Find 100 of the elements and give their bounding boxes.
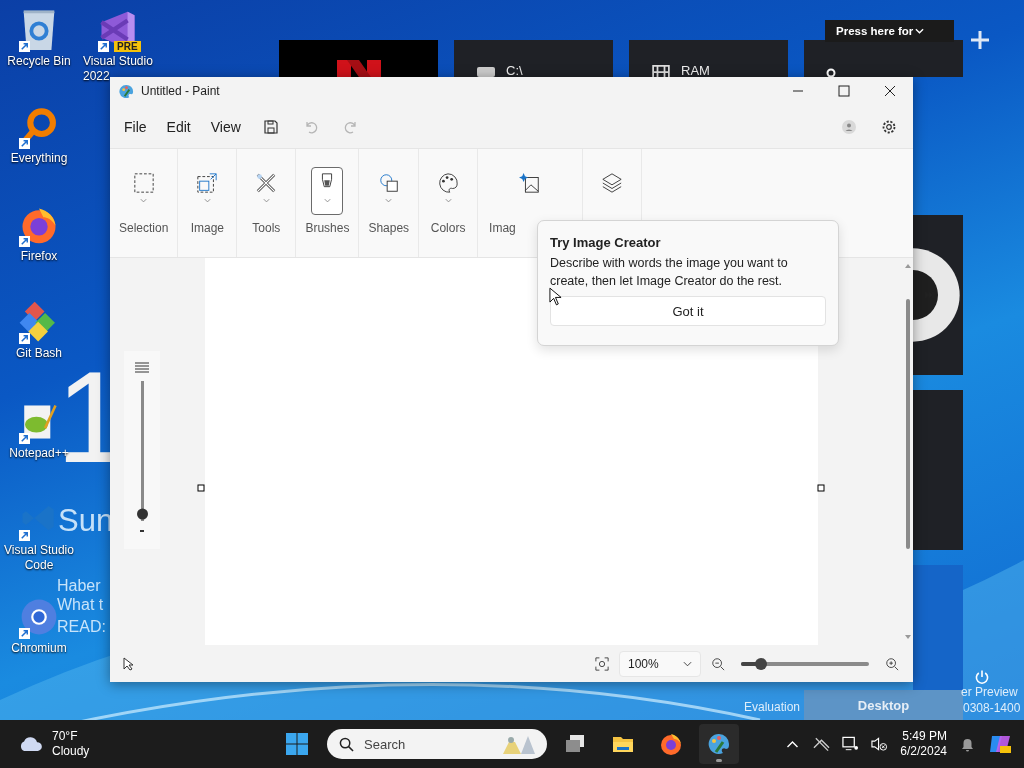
app-tile[interactable] bbox=[804, 40, 963, 77]
start-button[interactable] bbox=[285, 732, 309, 756]
group-label: Imag bbox=[489, 221, 516, 235]
date-text: 6/2/2024 bbox=[900, 744, 947, 759]
wallpaper-text: What t bbox=[57, 597, 104, 613]
app-tile[interactable]: RAM bbox=[629, 40, 788, 77]
firefox-icon bbox=[659, 732, 683, 756]
build-text: er Preview bbox=[961, 685, 1018, 699]
watermark-text: Evaluation bbox=[744, 700, 801, 714]
paint-app-icon bbox=[707, 732, 731, 756]
group-label: Selection bbox=[119, 221, 169, 235]
chevron-icon bbox=[384, 198, 394, 204]
wallpaper-text: Haber bbox=[57, 578, 101, 594]
got-it-button[interactable]: Got it bbox=[550, 296, 826, 326]
popup-text: Describe with words the image you want to create, then let Image Creator do the rest. bbox=[550, 255, 789, 290]
caret-icon bbox=[915, 28, 925, 34]
chevron-icon bbox=[139, 198, 149, 204]
power-icon[interactable] bbox=[974, 669, 990, 685]
group-label: Shapes bbox=[368, 221, 410, 235]
fit-to-window-icon[interactable] bbox=[595, 656, 609, 671]
caret-icon bbox=[683, 660, 692, 667]
selection-icon bbox=[132, 172, 155, 194]
shortcut-label: Everything bbox=[10, 151, 68, 166]
zoom-dropdown[interactable]: 100% bbox=[619, 650, 701, 677]
group-label: Tools bbox=[252, 221, 281, 235]
menu-item[interactable]: View bbox=[202, 114, 249, 139]
resize-handle[interactable] bbox=[197, 484, 205, 492]
shortcut-icon bbox=[98, 41, 109, 52]
cloud-icon bbox=[18, 735, 44, 753]
tooltip-text: Press here for bbox=[836, 25, 914, 37]
preview-badge: PRE bbox=[114, 41, 141, 52]
menu-item[interactable]: Edit bbox=[158, 114, 199, 139]
shortcut-icon bbox=[19, 41, 30, 52]
app-tile[interactable] bbox=[913, 565, 963, 690]
group-label: Brushes bbox=[305, 221, 350, 235]
shortcut-icon bbox=[19, 236, 30, 247]
mouse-cursor-icon bbox=[549, 287, 562, 306]
image-icon bbox=[196, 172, 219, 194]
clock[interactable]: 5:49 PM 6/2/2024 bbox=[900, 729, 947, 759]
search-input[interactable]: Search bbox=[362, 735, 491, 753]
app-tile[interactable] bbox=[279, 40, 438, 77]
account-icon[interactable] bbox=[841, 118, 857, 135]
scroll-up-icon[interactable] bbox=[904, 262, 912, 270]
chevron-icon bbox=[443, 198, 453, 204]
network-off-icon[interactable] bbox=[813, 736, 831, 752]
time-text: 5:49 PM bbox=[902, 729, 947, 744]
shortcut-icon bbox=[19, 628, 30, 639]
app-tile[interactable] bbox=[913, 390, 963, 550]
layers-icon bbox=[601, 172, 624, 194]
shortcut-icon bbox=[19, 138, 30, 149]
add-icon[interactable] bbox=[970, 30, 990, 50]
shortcut-label: Recycle Bin bbox=[7, 54, 71, 69]
shortcut-label: Git Bash bbox=[16, 346, 62, 361]
shortcut-label: Visual Studio 2022 bbox=[83, 54, 154, 84]
wallpaper-text: Sun bbox=[58, 505, 114, 536]
wallpaper-text: READ: bbox=[57, 619, 106, 635]
drive-icon bbox=[476, 65, 496, 77]
brush-size-slider[interactable] bbox=[124, 351, 160, 549]
search-icon bbox=[339, 736, 354, 752]
volume-muted-icon[interactable] bbox=[871, 736, 889, 752]
chevron-icon bbox=[261, 198, 271, 204]
pointer-icon bbox=[122, 656, 136, 671]
chevron-icon bbox=[202, 198, 212, 204]
tile-label: RAM bbox=[681, 63, 710, 77]
settings-icon[interactable] bbox=[881, 118, 897, 135]
search-field[interactable]: Search bbox=[327, 729, 547, 759]
group-label: Image bbox=[190, 221, 225, 235]
weather-text: Cloudy bbox=[52, 744, 90, 759]
music-tile[interactable] bbox=[913, 215, 963, 375]
shortcut-label: Chromium bbox=[11, 641, 67, 656]
tile-label: C:\ bbox=[506, 63, 523, 77]
pencil-icon bbox=[255, 172, 278, 194]
popup-title: Try Image Creator bbox=[550, 235, 662, 250]
build-text: 0308-1400 bbox=[963, 701, 1021, 715]
monitor-icon[interactable] bbox=[842, 736, 860, 752]
shortcut-label: Firefox bbox=[20, 249, 58, 264]
group-label: Colors bbox=[430, 221, 466, 235]
image-sparkle-icon bbox=[519, 172, 542, 194]
shortcut-icon bbox=[19, 530, 30, 541]
menu-item[interactable]: File bbox=[116, 114, 155, 139]
bell-icon[interactable] bbox=[959, 736, 976, 752]
line-width-icon bbox=[134, 361, 150, 373]
app-tile[interactable]: C:\ bbox=[454, 40, 613, 77]
ribbon-tool-button[interactable] bbox=[311, 167, 344, 215]
palette-icon bbox=[437, 172, 460, 194]
save-icon[interactable] bbox=[262, 118, 279, 135]
paint-app-icon bbox=[119, 83, 134, 99]
slider-thumb[interactable] bbox=[755, 657, 768, 670]
resize-handle[interactable] bbox=[817, 484, 825, 492]
slider-thumb[interactable] bbox=[136, 508, 148, 520]
shortcut-icon bbox=[19, 333, 30, 344]
shortcut-icon bbox=[19, 433, 30, 444]
memory-icon bbox=[651, 65, 671, 77]
zoom-in-icon[interactable] bbox=[885, 656, 899, 671]
chevron-icon bbox=[322, 198, 332, 204]
window-title: Untitled - Paint bbox=[141, 84, 220, 98]
zoom-out-icon[interactable] bbox=[711, 656, 725, 671]
scroll-down-icon[interactable] bbox=[904, 633, 912, 641]
temperature-text: 70°F bbox=[52, 729, 79, 744]
shortcut-label: Visual Studio Code bbox=[3, 543, 75, 573]
